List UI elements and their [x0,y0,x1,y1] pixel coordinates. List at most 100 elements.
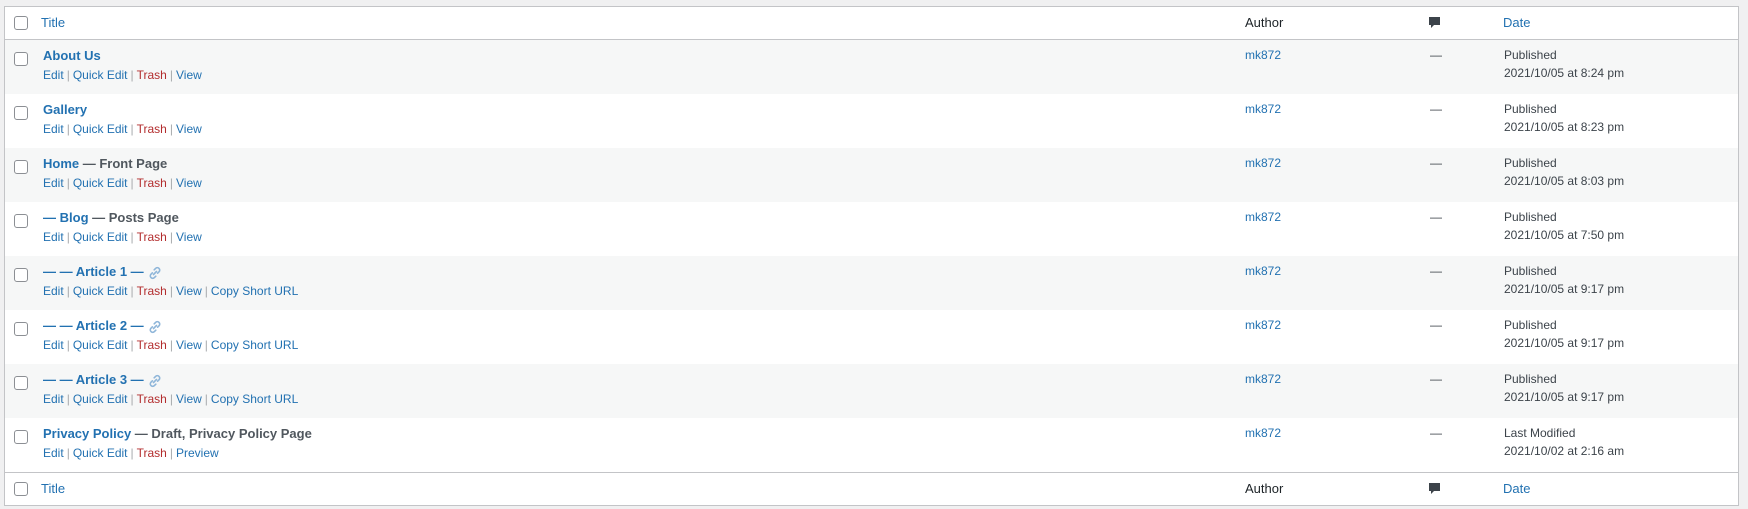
row-action-quick-edit[interactable]: Quick Edit [73,176,128,190]
action-separator: | [130,446,134,460]
row-action-edit[interactable]: Edit [43,338,64,352]
row-comments-count: — [1430,426,1442,440]
row-title-suffix: — [127,264,144,279]
row-action-copy-short-url[interactable]: Copy Short URL [211,284,298,298]
row-comments-count: — [1430,372,1442,386]
row-action-edit[interactable]: Edit [43,230,64,244]
row-actions: Edit | Quick Edit | Trash | View [43,122,202,136]
row-action-view[interactable]: View [176,176,202,190]
row-author-link[interactable]: mk872 [1245,426,1281,440]
row-action-copy-short-url[interactable]: Copy Short URL [211,338,298,352]
title-column-footer[interactable]: Title [41,481,65,496]
row-title-link[interactable]: Home [43,156,79,171]
row-author-link[interactable]: mk872 [1245,156,1281,170]
row-action-edit[interactable]: Edit [43,122,64,136]
row-title-link[interactable]: Gallery [43,102,87,117]
comment-bubble-icon [1429,17,1440,28]
row-action-quick-edit[interactable]: Quick Edit [73,338,128,352]
row-action-trash[interactable]: Trash [137,68,167,82]
row-action-edit[interactable]: Edit [43,176,64,190]
row-action-view[interactable]: View [176,122,202,136]
row-date-status: Published [1504,372,1557,386]
action-separator: | [130,68,134,82]
action-separator: | [169,230,173,244]
row-actions: Edit | Quick Edit | Trash | View | Copy Short UR… [43,284,298,298]
row-action-view[interactable]: View [176,284,202,298]
row-action-edit[interactable]: Edit [43,284,64,298]
action-separator: | [130,392,134,406]
row-title-prefix: — [43,210,60,225]
comment-bubble-icon [1429,483,1440,494]
row-author-link[interactable]: mk872 [1245,318,1281,332]
row-action-view[interactable]: View [176,392,202,406]
row-action-edit[interactable]: Edit [43,392,64,406]
row-action-trash[interactable]: Trash [137,284,167,298]
row-action-view[interactable]: View [176,230,202,244]
row-title-line: — — Article 2 — [43,318,162,334]
row-post-state: — Front Page [82,156,168,171]
action-separator: | [169,68,173,82]
row-date-value: 2021/10/02 at 2:16 am [1504,444,1625,458]
row-action-copy-short-url[interactable]: Copy Short URL [211,392,298,406]
row-title-line: About Us [43,48,101,63]
row-author-link[interactable]: mk872 [1245,264,1281,278]
row-author-link[interactable]: mk872 [1245,210,1281,224]
row-action-trash[interactable]: Trash [137,176,167,190]
row-checkbox[interactable] [14,376,28,390]
row-action-trash[interactable]: Trash [137,230,167,244]
row-title-link[interactable]: Privacy Policy [43,426,131,441]
action-separator: | [66,122,70,136]
row-title-text: Privacy Policy [43,426,132,441]
row-date-value: 2021/10/05 at 9:17 pm [1504,336,1625,350]
row-checkbox[interactable] [14,160,28,174]
row-checkbox[interactable] [14,214,28,228]
row-action-trash[interactable]: Trash [137,338,167,352]
select-all-checkbox[interactable] [14,16,28,30]
row-checkbox[interactable] [14,106,28,120]
table-row: — Blog — Posts Page Edit | Quick Edit | Trash… [5,202,1738,256]
row-action-quick-edit[interactable]: Quick Edit [73,392,128,406]
title-column-header[interactable]: Title [41,15,65,30]
table-header: Title Author Date [5,7,1738,40]
action-separator: | [66,176,70,190]
table-row: Privacy Policy — Draft, Privacy Policy P… [5,418,1738,472]
row-action-quick-edit[interactable]: Quick Edit [73,122,128,136]
row-date-value: 2021/10/05 at 8:23 pm [1504,120,1625,134]
row-checkbox[interactable] [14,430,28,444]
row-action-quick-edit[interactable]: Quick Edit [73,446,128,460]
row-checkbox[interactable] [14,322,28,336]
row-author-link[interactable]: mk872 [1245,48,1281,62]
row-action-quick-edit[interactable]: Quick Edit [73,284,128,298]
row-comments-count: — [1430,210,1442,224]
row-checkbox[interactable] [14,268,28,282]
row-action-trash[interactable]: Trash [137,446,167,460]
action-separator: | [66,392,70,406]
row-date-status: Published [1504,156,1557,170]
row-action-edit[interactable]: Edit [43,446,64,460]
row-title-link[interactable]: — — Article 2 — [43,318,144,333]
row-title-link[interactable]: About Us [43,48,101,63]
row-action-trash[interactable]: Trash [137,392,167,406]
row-actions: Edit | Quick Edit | Trash | View [43,68,202,82]
row-action-view[interactable]: View [176,68,202,82]
row-action-view[interactable]: View [176,338,202,352]
row-action-quick-edit[interactable]: Quick Edit [73,230,128,244]
row-actions: Edit | Quick Edit | Trash | View [43,176,202,190]
select-all-checkbox-footer[interactable] [14,482,28,496]
row-title-link[interactable]: — Blog [43,210,89,225]
row-action-preview[interactable]: Preview [176,446,219,460]
row-title-prefix: — — [43,318,76,333]
row-action-quick-edit[interactable]: Quick Edit [73,68,128,82]
row-author-link[interactable]: mk872 [1245,102,1281,116]
row-title-prefix: — — [43,372,76,387]
action-separator: | [169,122,173,136]
date-column-header[interactable]: Date [1503,15,1530,30]
row-action-edit[interactable]: Edit [43,68,64,82]
row-action-trash[interactable]: Trash [137,122,167,136]
row-title-prefix: — — [43,264,76,279]
row-author-link[interactable]: mk872 [1245,372,1281,386]
row-title-link[interactable]: — — Article 1 — [43,264,144,279]
date-column-footer[interactable]: Date [1503,481,1530,496]
row-title-link[interactable]: — — Article 3 — [43,372,144,387]
row-checkbox[interactable] [14,52,28,66]
